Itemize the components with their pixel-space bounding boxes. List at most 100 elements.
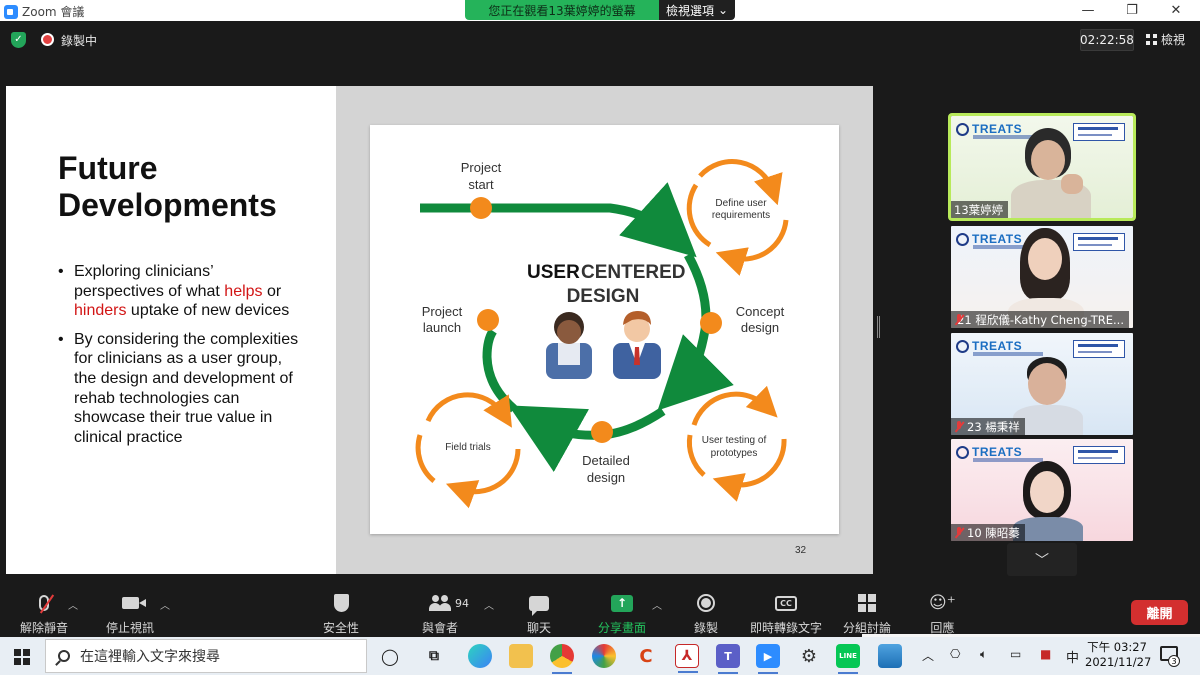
view-options-button[interactable]: 檢視選項 ⌄ [659,0,735,20]
slide-text-panel: Future Developments Exploring clinicians… [6,86,336,574]
file-explorer-icon[interactable] [509,644,533,668]
share-options-caret[interactable]: ︿ [652,597,662,612]
window-title: Zoom 會議 [22,5,85,19]
emoji-plus-icon: ☺⁺ [929,593,956,613]
participant-name: 13葉婷婷 [951,201,1009,218]
green-flow-arrow [420,182,697,258]
label-define-user-2: requirements [712,210,770,221]
slide-bullets: Exploring clinicians’ perspectives of wh… [56,262,301,456]
label-field-trials: Field trials [445,442,491,453]
antivirus-tray-icon[interactable]: ■ [1040,647,1051,661]
tray-device-icon[interactable]: ⎔ [950,647,960,661]
viewing-screen-message: 您正在觀看13葉婷婷的螢幕 [465,0,659,20]
view-options-label: 檢視選項 [665,3,714,18]
system-clock[interactable]: 下午 03:27 2021/11/27 [1085,640,1151,670]
zoom-taskbar-icon[interactable]: ▶ [756,644,780,674]
search-placeholder: 在這裡輸入文字來搜尋 [80,649,220,665]
taskbar-search-input[interactable]: 在這裡輸入文字來搜尋 [45,639,367,673]
windows-start-icon[interactable] [14,649,30,665]
share-screen-button[interactable]: ↑ 分享畫面 [598,591,646,636]
minimize-button[interactable]: — [1066,0,1110,21]
meeting-info-bar: ✓ 錄製中 02:22:58 檢視 [0,21,1200,58]
chevron-down-icon: ⌄ [717,3,729,17]
photos-app-icon[interactable] [592,644,616,668]
leave-button[interactable]: 離開 [1131,600,1188,625]
label-detailed-design-2: design [587,470,625,485]
task-view-icon[interactable]: ⧉ [422,644,446,668]
user-figure-female [546,312,592,379]
view-button[interactable]: 檢視 [1146,31,1185,48]
line-app-icon[interactable]: LINE [836,644,860,674]
window-title-bar: Zoom 會議 您正在觀看13葉婷婷的螢幕 檢視選項 ⌄ — ❐ ✕ [0,0,1200,21]
muted-mic-icon [954,526,964,539]
settings-gear-icon[interactable]: ⚙ [797,644,821,668]
video-tile[interactable]: TREATS 10 陳昭蓁 [951,439,1133,541]
stage-node [700,312,722,334]
participants-icon [429,595,451,611]
label-project-start-2: start [468,177,494,192]
share-screen-icon: ↑ [611,594,633,612]
cortana-icon[interactable]: ◯ [378,644,402,668]
hinders-text: hinders [74,302,127,320]
record-button[interactable]: 錄製 [694,591,718,636]
label-project-launch-2: launch [423,320,461,335]
meeting-toolbar: 解除靜音 ︿ 停止視訊 ︿ 安全性 與會者 94 ︿ 聊天 ↑ 分享畫面 ︿ 錄… [0,585,1200,637]
green-flow-arrow [482,328,517,413]
audio-options-caret[interactable]: ︿ [68,597,78,612]
maximize-button[interactable]: ❐ [1110,0,1154,21]
battery-icon[interactable]: ▭ [1010,647,1021,661]
label-project-launch-1: Project [422,304,463,319]
participant-count: 94 [455,597,469,610]
app-title: Zoom 會議 [4,3,84,20]
bullet-item: By considering the complexities for clin… [56,330,301,448]
live-transcript-button[interactable]: CC 即時轉錄文字 [750,591,822,636]
breakout-rooms-button[interactable]: 分組討論 [843,591,891,636]
meeting-timer: 02:22:58 [1080,29,1134,51]
teams-icon[interactable]: T [716,644,740,674]
label-user-testing-1: User testing of [702,435,767,446]
slide-title: Future Developments [58,150,277,223]
video-tile[interactable]: TREATS 21 程欣儀-Kathy Cheng-TRE... [951,226,1133,328]
windows-taskbar: 在這裡輸入文字來搜尋 ◯ ⧉ C ⅄ T ▶ ⚙ LINE ︿ ⎔ 🔈︎ ▭ ■… [0,637,1200,675]
close-button[interactable]: ✕ [1154,0,1198,21]
ccleaner-icon[interactable]: C [634,644,658,668]
image-viewer-icon[interactable] [878,644,902,668]
label-concept-design-1: Concept [736,304,785,319]
label-detailed-design-1: Detailed [582,453,630,468]
participants-button[interactable]: 與會者 [422,591,458,636]
unmute-button[interactable]: 解除靜音 [20,591,68,636]
video-tile[interactable]: TREATS 23 楊秉祥 [951,333,1133,435]
recording-icon [41,33,54,46]
breakout-rooms-icon [858,594,876,612]
video-tile[interactable]: TREATS 13葉婷婷 [948,113,1136,221]
chrome-icon[interactable] [550,644,574,674]
stop-video-button[interactable]: 停止視訊 [106,591,154,636]
ucd-cycle-svg: USER CENTERED DESIGN Project start Conce… [415,159,789,509]
pdf-reader-icon[interactable]: ⅄ [675,644,699,673]
panel-resize-handle[interactable] [877,316,880,338]
scroll-down-button[interactable]: ﹀ [1007,543,1077,576]
label-user-testing-2: prototypes [711,448,758,459]
diagram-title-design: DESIGN [567,286,640,307]
microphone-muted-icon [39,594,55,614]
recording-status: 錄製中 [61,34,98,48]
ime-indicator[interactable]: 中 [1066,647,1079,666]
treats-logo: TREATS [956,445,1022,459]
reactions-button[interactable]: ☺⁺ 回應 [929,591,956,636]
security-button[interactable]: 安全性 [323,591,359,636]
clock-time: 下午 03:27 [1087,640,1147,654]
chat-button[interactable]: 聊天 [527,591,551,636]
notification-count: 3 [1168,655,1180,667]
edge-browser-icon[interactable] [468,644,492,668]
diagram-title-user: USER [527,262,580,283]
participants-options-caret[interactable]: ︿ [484,597,494,612]
encryption-shield-icon[interactable]: ✓ [11,32,26,48]
stage-node [470,197,492,219]
tray-expand-icon[interactable]: ︿ [922,647,934,664]
volume-icon[interactable]: 🔈︎ [980,647,987,662]
video-options-caret[interactable]: ︿ [160,597,170,612]
shared-screen[interactable]: Future Developments Exploring clinicians… [6,86,873,574]
chat-icon [529,595,549,616]
page-number: 32 [795,545,807,556]
search-icon [58,650,70,662]
